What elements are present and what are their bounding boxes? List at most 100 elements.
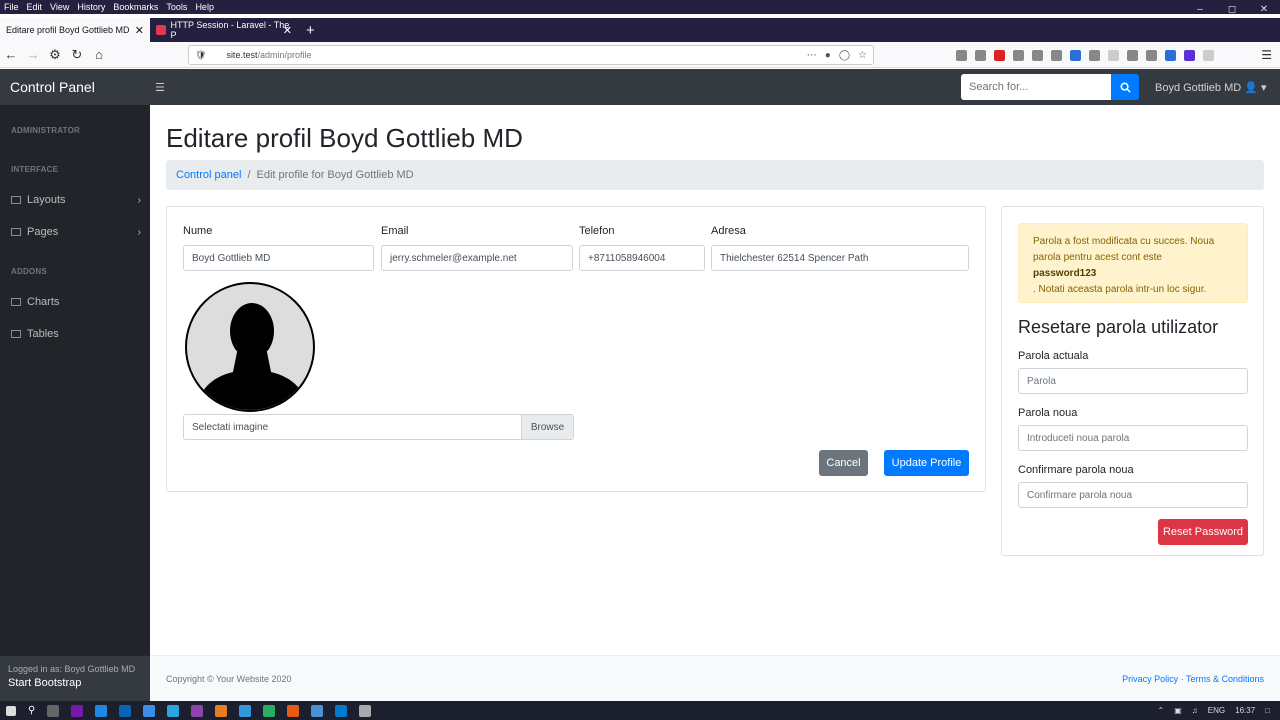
update-profile-button[interactable]: Update Profile xyxy=(884,450,969,476)
page-actions-icon[interactable]: ⋯ xyxy=(807,50,817,61)
terms-link[interactable]: Terms & Conditions xyxy=(1186,674,1264,684)
menu-tools[interactable]: Tools xyxy=(162,2,191,12)
language-indicator[interactable]: ENG xyxy=(1208,706,1225,715)
library-icon[interactable] xyxy=(956,49,967,61)
edge-icon[interactable] xyxy=(95,704,108,717)
pocket-icon[interactable]: ◯ xyxy=(839,50,850,61)
app-icon[interactable] xyxy=(359,704,372,717)
menu-history[interactable]: History xyxy=(73,2,109,12)
sidebar-item-charts[interactable]: Charts xyxy=(11,296,141,308)
notifications-icon[interactable]: □ xyxy=(1265,706,1270,715)
windows-start-icon[interactable] xyxy=(6,705,16,716)
tray-chevron-icon[interactable]: ⌃ xyxy=(1158,706,1165,715)
sidebar-item-pages[interactable]: Pages › xyxy=(11,226,141,238)
brand[interactable]: Control Panel xyxy=(10,79,95,95)
browse-button[interactable]: Browse xyxy=(521,415,573,439)
extension-icon[interactable] xyxy=(1108,49,1119,61)
minimize-icon[interactable]: – xyxy=(1184,0,1216,18)
firefox-icon[interactable] xyxy=(287,704,300,717)
tab-strip: Editare profil Boyd Gottlieb MD ✕ HTTP S… xyxy=(0,18,1280,42)
todo-icon[interactable] xyxy=(167,704,180,717)
volume-icon[interactable]: ♫ xyxy=(1192,706,1198,715)
search-input[interactable]: Search for... xyxy=(961,74,1111,100)
chart-area-icon xyxy=(11,298,21,306)
vscode-icon[interactable] xyxy=(335,704,348,717)
reset-password-heading: Resetare parola utilizator xyxy=(1018,317,1219,337)
user-silhouette-icon xyxy=(195,303,309,410)
wrench-icon[interactable]: ⚙ xyxy=(44,47,66,63)
close-tab-icon[interactable]: ✕ xyxy=(135,24,144,37)
user-dropdown[interactable]: Boyd Gottlieb MD 👤 ▾ xyxy=(1155,81,1267,94)
extension-icon[interactable] xyxy=(1127,49,1138,61)
reset-password-button[interactable]: Reset Password xyxy=(1158,519,1248,545)
extension-icon[interactable] xyxy=(1184,49,1195,61)
outlook-icon[interactable] xyxy=(119,704,132,717)
browser-navbar: ← → ⚙ ↻ ⌂ 🛡 site.test/admin/profile ⋯ ● … xyxy=(0,42,1280,68)
app-icon[interactable] xyxy=(191,704,204,717)
breadcrumb-link[interactable]: Control panel xyxy=(176,169,241,181)
reload-icon[interactable]: ↻ xyxy=(66,47,88,63)
tab-title: HTTP Session - Laravel - The P xyxy=(170,20,290,40)
address-field[interactable]: Thielchester 62514 Spencer Path xyxy=(711,245,969,271)
laravel-favicon-icon xyxy=(156,25,166,35)
breadcrumb-separator: / xyxy=(247,169,251,181)
password-reset-card: Parola a fost modificata cu succes. Noua… xyxy=(1001,206,1264,556)
sidebar-icon[interactable] xyxy=(975,49,986,61)
extension-icon[interactable] xyxy=(1089,49,1100,61)
file-placeholder: Selectati imagine xyxy=(192,421,269,433)
onenote-icon[interactable] xyxy=(71,704,84,717)
app-icon[interactable] xyxy=(239,704,252,717)
sidebar-toggle-icon[interactable]: ☰ xyxy=(155,81,165,94)
bulb-icon[interactable]: ● xyxy=(825,50,831,61)
app-icon[interactable] xyxy=(263,704,276,717)
current-password-field[interactable]: Parola xyxy=(1018,368,1248,394)
extension-icon[interactable] xyxy=(1146,49,1157,61)
search-taskbar-icon[interactable]: ⚲ xyxy=(28,705,35,717)
network-icon[interactable]: ▣ xyxy=(1174,706,1182,715)
menu-file[interactable]: File xyxy=(0,2,23,12)
search-button[interactable] xyxy=(1111,74,1139,100)
extension-icon[interactable] xyxy=(1051,49,1062,61)
tab-profile[interactable]: Editare profil Boyd Gottlieb MD ✕ xyxy=(0,18,150,42)
new-tab-icon[interactable]: + xyxy=(298,18,323,42)
extension-icon[interactable] xyxy=(994,49,1005,61)
bookmark-star-icon[interactable]: ☆ xyxy=(858,50,867,61)
close-window-icon[interactable]: ✕ xyxy=(1248,0,1280,18)
hamburger-menu-icon[interactable]: ☰ xyxy=(1261,48,1272,62)
image-file-input[interactable]: Selectati imagine Browse xyxy=(183,414,574,440)
new-password-field[interactable]: Introduceti noua parola xyxy=(1018,425,1248,451)
mail-icon[interactable] xyxy=(143,704,156,717)
task-view-icon[interactable] xyxy=(47,704,60,717)
sidebar-item-tables[interactable]: Tables xyxy=(11,328,141,340)
extension-icon[interactable] xyxy=(1165,49,1176,61)
confirm-password-field[interactable]: Confirmare parola noua xyxy=(1018,482,1248,508)
privacy-policy-link[interactable]: Privacy Policy xyxy=(1122,674,1178,684)
email-field[interactable]: jerry.schmeler@example.net xyxy=(381,245,573,271)
extension-icon[interactable] xyxy=(1203,49,1214,61)
tab-laravel-session[interactable]: HTTP Session - Laravel - The P ✕ xyxy=(150,18,298,42)
app-icon[interactable] xyxy=(215,704,228,717)
clock[interactable]: 16:37 xyxy=(1235,706,1255,715)
sidebar-item-layouts[interactable]: Layouts › xyxy=(11,194,141,206)
maximize-icon[interactable]: ◻ xyxy=(1216,0,1248,18)
menu-bookmarks[interactable]: Bookmarks xyxy=(109,2,162,12)
menu-edit[interactable]: Edit xyxy=(23,2,47,12)
menu-help[interactable]: Help xyxy=(191,2,218,12)
extension-icon[interactable] xyxy=(1070,49,1081,61)
forward-icon[interactable]: → xyxy=(22,47,44,62)
shield-icon[interactable]: 🛡 xyxy=(195,50,206,61)
close-tab-icon[interactable]: ✕ xyxy=(283,24,292,37)
home-icon[interactable]: ⌂ xyxy=(88,47,110,62)
url-bar[interactable]: 🛡 site.test/admin/profile ⋯ ● ◯ ☆ xyxy=(188,45,874,65)
name-field[interactable]: Boyd Gottlieb MD xyxy=(183,245,374,271)
extension-icon[interactable] xyxy=(1032,49,1043,61)
cancel-button[interactable]: Cancel xyxy=(819,450,868,476)
extension-icon[interactable] xyxy=(1013,49,1024,61)
new-password-value: password123 xyxy=(1033,268,1097,279)
breadcrumb: Control panel / Edit profile for Boyd Go… xyxy=(166,160,1264,190)
chevron-right-icon: › xyxy=(137,226,141,238)
menu-view[interactable]: View xyxy=(46,2,73,12)
phone-field[interactable]: +8711058946004 xyxy=(579,245,705,271)
app-icon[interactable] xyxy=(311,704,324,717)
back-icon[interactable]: ← xyxy=(0,47,22,62)
